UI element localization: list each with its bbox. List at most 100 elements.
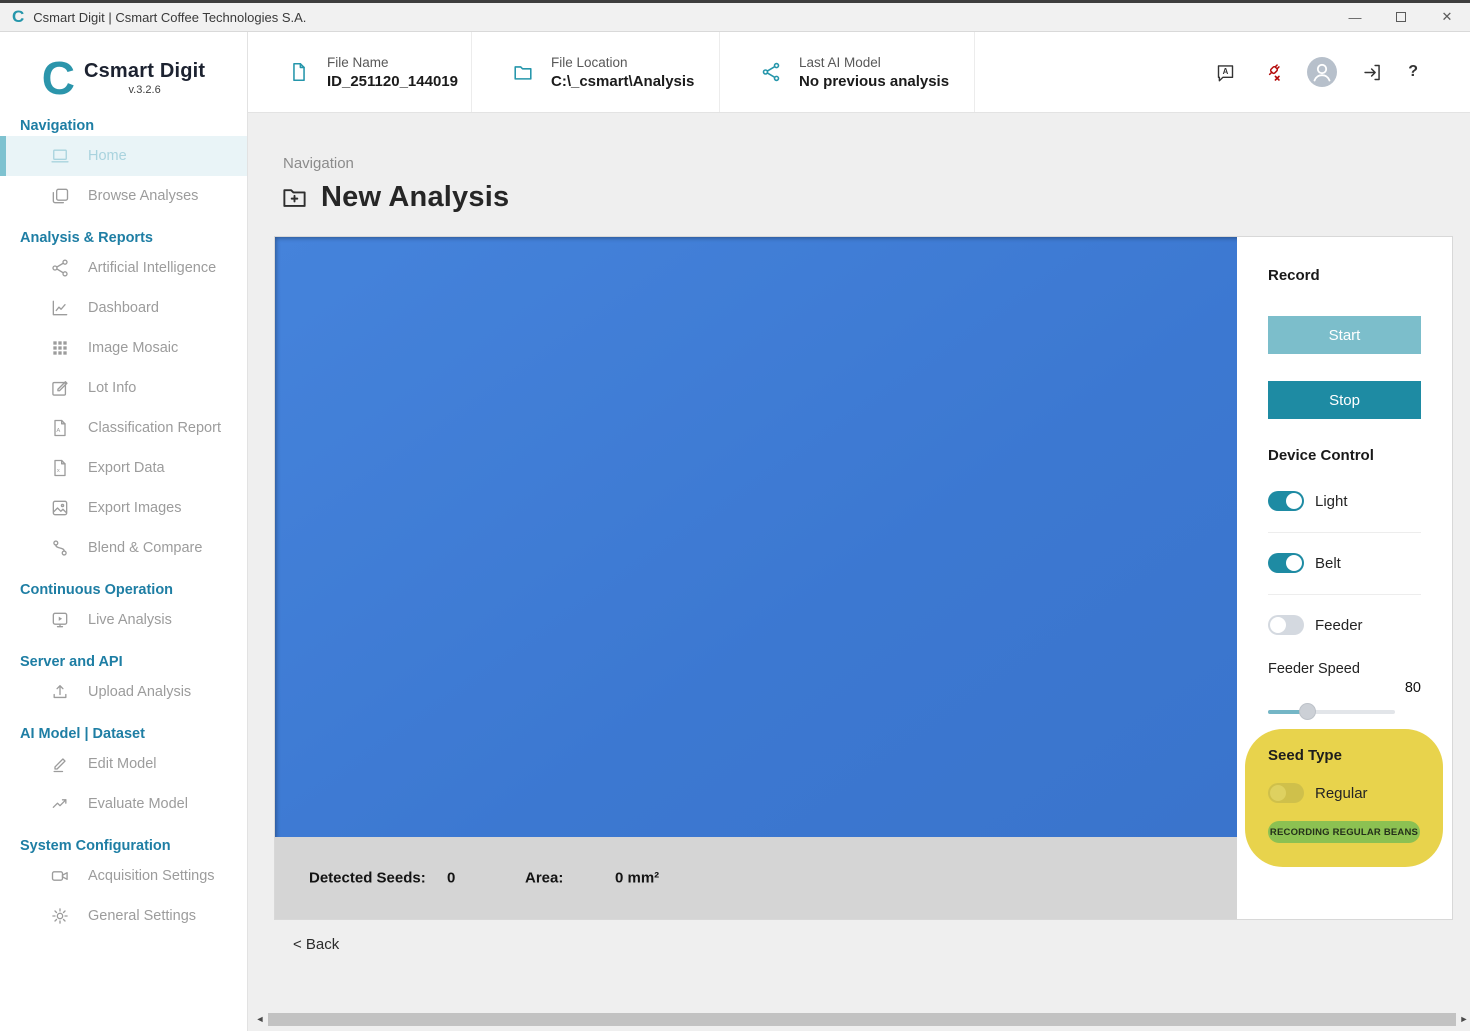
svg-text:A: A [56, 428, 60, 434]
area-label: Area: [525, 870, 563, 887]
sidebar-item-label: Export Images [88, 500, 182, 516]
grid-icon [50, 338, 70, 358]
record-heading: Record [1268, 267, 1320, 284]
slider-thumb[interactable] [1299, 703, 1316, 720]
sidebar-item-acquisition-settings[interactable]: Acquisition Settings [0, 856, 247, 896]
file-location-label: File Location [551, 55, 694, 70]
file-name-value: ID_251120_144019 [327, 73, 458, 90]
sidebar-item-export-data[interactable]: x Export Data [0, 448, 247, 488]
sidebar-item-image-mosaic[interactable]: Image Mosaic [0, 328, 247, 368]
help-icon[interactable]: ? [1408, 63, 1418, 81]
breadcrumb: Navigation [283, 155, 354, 172]
gear-icon [50, 906, 70, 926]
video-camera-icon [50, 866, 70, 886]
titlebar: C Csmart Digit | Csmart Coffee Technolog… [0, 3, 1470, 32]
page-title: New Analysis [321, 181, 509, 214]
sidebar-item-label: Live Analysis [88, 612, 172, 628]
close-button[interactable]: ✕ [1424, 3, 1470, 31]
belt-label: Belt [1315, 555, 1341, 572]
sidebar-item-edit-model[interactable]: Edit Model [0, 744, 247, 784]
sidebar-item-label: Image Mosaic [88, 340, 178, 356]
start-button[interactable]: Start [1268, 316, 1421, 354]
avatar[interactable] [1307, 57, 1337, 87]
file-export-icon: x [50, 458, 70, 478]
scroll-right-arrow-icon[interactable]: ► [1459, 1012, 1469, 1027]
belt-toggle[interactable] [1268, 553, 1304, 573]
feeder-label: Feeder [1315, 617, 1363, 634]
app-logo-icon: C [12, 7, 24, 27]
upload-icon [50, 682, 70, 702]
sidebar-item-upload-analysis[interactable]: Upload Analysis [0, 672, 247, 712]
language-chat-icon[interactable]: A [1215, 62, 1236, 83]
back-link[interactable]: < Back [293, 936, 339, 953]
top-header: File Name ID_251120_144019 File Location… [248, 32, 1470, 113]
divider [1268, 594, 1421, 595]
sidebar-item-label: Home [88, 148, 127, 164]
seed-type-toggle-label: Regular [1315, 785, 1368, 802]
sidebar-item-label: Blend & Compare [88, 540, 202, 556]
sidebar-item-label: Lot Info [88, 380, 136, 396]
disconnected-plug-icon[interactable] [1261, 62, 1282, 83]
horizontal-scrollbar: ◄ ► [255, 1012, 1469, 1027]
sidebar-item-label: Upload Analysis [88, 684, 191, 700]
feeder-speed-label: Feeder Speed [1268, 661, 1360, 677]
folder-icon [512, 61, 534, 83]
sidebar-item-general-settings[interactable]: General Settings [0, 896, 247, 936]
stop-button[interactable]: Stop [1268, 381, 1421, 419]
sidebar-item-evaluate-model[interactable]: Evaluate Model [0, 784, 247, 824]
section-server-api: Server and API [20, 652, 247, 672]
seed-type-highlight: Seed Type Regular RECORDING REGULAR BEAN… [1245, 729, 1443, 867]
trend-up-icon [50, 794, 70, 814]
section-ai-model-dataset: AI Model | Dataset [20, 724, 247, 744]
sidebar-item-home[interactable]: Home [0, 136, 247, 176]
feeder-toggle-row: Feeder [1268, 613, 1363, 637]
maximize-button[interactable] [1378, 3, 1424, 31]
file-location-card: File Location C:\_csmart\Analysis [472, 32, 720, 112]
laptop-icon [50, 146, 70, 166]
camera-viewport [275, 237, 1237, 837]
light-toggle[interactable] [1268, 491, 1304, 511]
sign-in-icon[interactable] [1362, 62, 1383, 83]
seed-type-toggle[interactable] [1268, 783, 1304, 803]
sidebar-item-classification-report[interactable]: A Classification Report [0, 408, 247, 448]
file-name-label: File Name [327, 55, 458, 70]
sidebar-item-dashboard[interactable]: Dashboard [0, 288, 247, 328]
sidebar: C Csmart Digit v.3.2.6 Navigation Home B… [0, 32, 248, 1031]
windows-stack-icon [50, 186, 70, 206]
monitor-play-icon [50, 610, 70, 630]
sidebar-item-lot-info[interactable]: Lot Info [0, 368, 247, 408]
minimize-button[interactable]: — [1332, 3, 1378, 31]
sidebar-item-label: Artificial Intelligence [88, 260, 216, 276]
sidebar-item-browse-analyses[interactable]: Browse Analyses [0, 176, 247, 216]
scrollbar-thumb[interactable] [268, 1013, 1456, 1026]
svg-text:A: A [1223, 66, 1229, 75]
sidebar-item-blend-compare[interactable]: Blend & Compare [0, 528, 247, 568]
file-location-value: C:\_csmart\Analysis [551, 73, 694, 90]
divider [1268, 532, 1421, 533]
light-toggle-row: Light [1268, 489, 1348, 513]
sidebar-item-label: Acquisition Settings [88, 868, 215, 884]
pencil-icon [50, 754, 70, 774]
branch-icon [50, 538, 70, 558]
detected-seeds-value: 0 [447, 870, 455, 887]
svg-text:x: x [57, 468, 60, 474]
feeder-toggle[interactable] [1268, 615, 1304, 635]
share-icon [760, 61, 782, 83]
seed-type-heading: Seed Type [1268, 747, 1342, 764]
sidebar-item-export-images[interactable]: Export Images [0, 488, 247, 528]
last-ai-model-value: No previous analysis [799, 73, 949, 90]
light-label: Light [1315, 493, 1348, 510]
section-system-configuration: System Configuration [20, 836, 247, 856]
sidebar-item-label: Export Data [88, 460, 165, 476]
feeder-speed-slider[interactable] [1268, 703, 1395, 721]
sidebar-logo: C Csmart Digit v.3.2.6 [0, 52, 247, 104]
sidebar-item-artificial-intelligence[interactable]: Artificial Intelligence [0, 248, 247, 288]
sidebar-item-label: General Settings [88, 908, 196, 924]
network-icon [50, 258, 70, 278]
belt-toggle-row: Belt [1268, 551, 1341, 575]
scroll-left-arrow-icon[interactable]: ◄ [255, 1012, 265, 1027]
last-ai-model-card: Last AI Model No previous analysis [720, 32, 975, 112]
device-control-heading: Device Control [1268, 447, 1374, 464]
sidebar-item-live-analysis[interactable]: Live Analysis [0, 600, 247, 640]
folder-plus-icon [281, 184, 308, 211]
